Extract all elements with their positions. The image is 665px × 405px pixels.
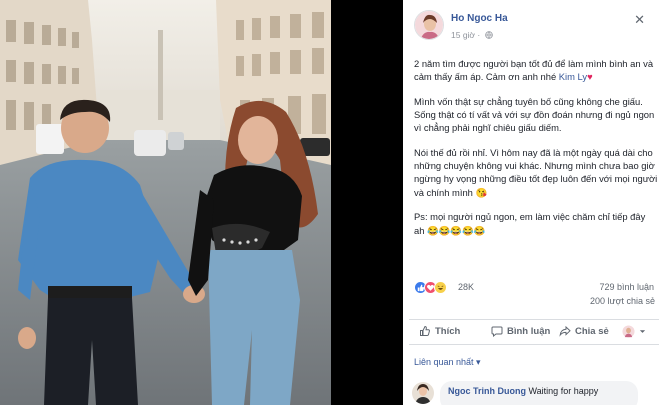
comment-icon bbox=[491, 326, 503, 337]
comment-text: Waiting for happy bbox=[528, 386, 599, 396]
reactions-summary: 28K 729 bình luận bbox=[414, 281, 654, 295]
share-label: Chia sẻ bbox=[575, 325, 609, 337]
globe-icon bbox=[484, 31, 493, 39]
post-paragraph: Mình vốn thật sự chẳng tuyên bố cũng khô… bbox=[414, 95, 655, 134]
share-icon bbox=[559, 325, 571, 337]
post-photo[interactable] bbox=[0, 0, 334, 405]
reaction-icons[interactable] bbox=[414, 281, 447, 294]
author-avatar-image bbox=[415, 11, 443, 39]
comment-button[interactable]: Bình luận bbox=[491, 325, 550, 337]
like-label: Thích bbox=[435, 325, 461, 337]
like-button[interactable]: Thích bbox=[419, 325, 460, 337]
thumbs-up-icon bbox=[420, 325, 430, 336]
commenter-avatar-image bbox=[412, 382, 434, 404]
viewer-backdrop bbox=[331, 0, 403, 405]
post-time[interactable]: 15 giờ · bbox=[451, 30, 493, 40]
couple-photo bbox=[0, 0, 331, 405]
comment-label: Bình luận bbox=[507, 325, 551, 337]
post-paragraph: 2 năm tìm được người bạn tốt đủ để làm m… bbox=[414, 57, 658, 83]
comment-item: Ngoc Trinh Duong Waiting for happy bbox=[410, 380, 660, 405]
post-actions-bar: Thích Bình luận Chia sẻ bbox=[409, 319, 659, 345]
post-paragraph: Ps: mọi người ngủ ngon, em làm việc chăm… bbox=[414, 211, 646, 236]
comment-bubble: Ngoc Trinh Duong Waiting for happy bbox=[440, 381, 638, 405]
post-text: 2 năm tìm được người bạn tốt đủ để làm m… bbox=[414, 57, 658, 248]
reaction-profile-selector[interactable] bbox=[622, 325, 646, 338]
profile-avatar-icon bbox=[622, 325, 635, 338]
close-icon[interactable]: ✕ bbox=[634, 12, 645, 28]
author-name[interactable]: Ho Ngoc Ha bbox=[451, 13, 508, 24]
mention-link[interactable]: Kim Ly bbox=[559, 71, 587, 82]
chevron-down-icon bbox=[639, 330, 646, 333]
post-paragraph: Nói thế đủ rồi nhỉ. Vì hôm nay đã là một… bbox=[414, 147, 658, 198]
share-count[interactable]: 200 lượt chia sẻ bbox=[590, 296, 655, 306]
post-header: Ho Ngoc Ha 15 giờ · ✕ bbox=[403, 0, 665, 46]
share-button[interactable]: Chia sẻ bbox=[559, 325, 609, 337]
haha-reaction-icon bbox=[434, 281, 447, 294]
post-paragraph-text: 2 năm tìm được người bạn tốt đủ để làm m… bbox=[414, 58, 654, 83]
commenter-avatar[interactable] bbox=[412, 382, 434, 404]
post-time-text: 15 giờ bbox=[451, 30, 476, 40]
comment-author[interactable]: Ngoc Trinh Duong bbox=[448, 386, 526, 396]
comment-count[interactable]: 729 bình luận bbox=[599, 282, 654, 292]
heart-emoji: ♥ bbox=[587, 71, 593, 83]
post-panel: Ho Ngoc Ha 15 giờ · ✕ 2 năm tìm được ngư… bbox=[403, 0, 665, 405]
comments-filter-dropdown[interactable]: Liên quan nhất ▾ bbox=[414, 357, 481, 368]
author-avatar[interactable] bbox=[414, 10, 444, 40]
reaction-count[interactable]: 28K bbox=[458, 282, 474, 292]
